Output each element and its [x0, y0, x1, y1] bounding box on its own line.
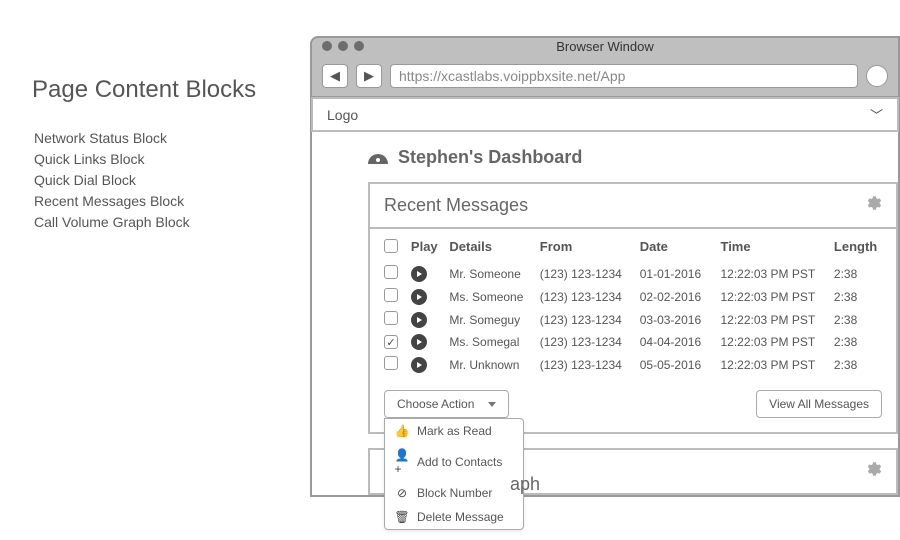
- select-label: Choose Action: [397, 397, 474, 411]
- view-all-messages-button[interactable]: View All Messages: [756, 390, 882, 418]
- cell-details: Mr. Someguy: [449, 313, 539, 327]
- logo-bar[interactable]: Logo ﹀: [311, 97, 899, 132]
- gauge-icon: [368, 150, 388, 166]
- button-label: View All Messages: [769, 397, 869, 411]
- cell-details: Mr. Unknown: [449, 358, 539, 372]
- table-row: Mr. Unknown(123) 123-123405-05-201612:22…: [384, 353, 882, 376]
- cell-length: 2:38: [834, 335, 882, 349]
- cell-from: (123) 123-1234: [540, 358, 640, 372]
- add-contact-icon: 👤+: [395, 448, 409, 476]
- cell-time: 12:22:03 PM PST: [720, 290, 833, 304]
- dropdown-item[interactable]: 👤+ Add to Contacts: [385, 443, 523, 481]
- cell-from: (123) 123-1234: [540, 290, 640, 304]
- dropdown-item[interactable]: 🗑 Delete Message: [385, 505, 523, 529]
- col-details: Details: [449, 239, 539, 256]
- traffic-lights: [322, 41, 364, 51]
- messages-table: Play Details From Date Time Length Mr. S…: [370, 229, 896, 376]
- row-checkbox[interactable]: [384, 265, 398, 279]
- dropdown-item-label: Delete Message: [417, 510, 504, 524]
- cell-from: (123) 123-1234: [540, 267, 640, 281]
- cell-length: 2:38: [834, 313, 882, 327]
- cell-from: (123) 123-1234: [540, 335, 640, 349]
- cell-details: Mr. Someone: [449, 267, 539, 281]
- recent-messages-card: Recent Messages Play Details From Date: [368, 182, 898, 434]
- col-from: From: [540, 239, 640, 256]
- browser-toolbar: ◀ ▶ https://xcastlabs.voippbxsite.net/Ap…: [312, 56, 898, 96]
- cell-time: 12:22:03 PM PST: [720, 335, 833, 349]
- cell-time: 12:22:03 PM PST: [720, 313, 833, 327]
- table-row: Mr. Someguy(123) 123-123403-03-201612:22…: [384, 308, 882, 331]
- dropdown-item[interactable]: ⊘ Block Number: [385, 481, 523, 505]
- gear-icon[interactable]: [864, 194, 882, 217]
- window-titlebar: Browser Window: [312, 38, 898, 56]
- logo-label: Logo: [327, 107, 358, 123]
- thumb-up-icon: 👍: [395, 424, 409, 438]
- dashboard-header: Stephen's Dashboard: [368, 147, 898, 168]
- play-button[interactable]: [411, 357, 427, 373]
- table-row: ✓ Ms. Somegal(123) 123-123404-04-201612:2…: [384, 331, 882, 353]
- forward-button[interactable]: ▶: [356, 64, 382, 88]
- dropdown-item-label: Mark as Read: [417, 424, 492, 438]
- dropdown-item-label: Block Number: [417, 486, 492, 500]
- play-button[interactable]: [411, 289, 427, 305]
- table-header: Play Details From Date Time Length: [384, 239, 882, 262]
- play-button[interactable]: [411, 266, 427, 282]
- dropdown-item[interactable]: 👍 Mark as Read: [385, 419, 523, 443]
- list-item: Network Status Block: [34, 128, 190, 149]
- minimize-dot[interactable]: [338, 41, 348, 51]
- back-button[interactable]: ◀: [322, 64, 348, 88]
- col-time: Time: [720, 239, 833, 256]
- cell-time: 12:22:03 PM PST: [720, 358, 833, 372]
- trash-icon: 🗑: [395, 510, 409, 524]
- card-title-fragment: aph: [510, 474, 540, 495]
- cell-date: 03-03-2016: [640, 313, 721, 327]
- row-checkbox[interactable]: [384, 288, 398, 302]
- col-date: Date: [640, 239, 721, 256]
- block-list: Network Status BlockQuick Links BlockQui…: [34, 128, 190, 233]
- cell-length: 2:38: [834, 290, 882, 304]
- card-title: Recent Messages: [384, 195, 528, 216]
- select-all-checkbox[interactable]: [384, 239, 398, 253]
- action-dropdown: 👍 Mark as Read 👤+ Add to Contacts ⊘ Block Num…: [384, 418, 524, 530]
- cell-details: Ms. Somegal: [449, 335, 539, 349]
- cell-date: 01-01-2016: [640, 267, 721, 281]
- col-play: Play: [411, 239, 449, 256]
- cell-from: (123) 123-1234: [540, 313, 640, 327]
- cell-length: 2:38: [834, 358, 882, 372]
- dashboard-title: Stephen's Dashboard: [398, 147, 582, 168]
- page-title: Page Content Blocks: [32, 76, 256, 104]
- list-item: Quick Links Block: [34, 149, 190, 170]
- list-item: Recent Messages Block: [34, 191, 190, 212]
- row-checkbox[interactable]: [384, 356, 398, 370]
- caret-down-icon: [488, 402, 496, 407]
- gear-icon[interactable]: [864, 460, 882, 483]
- list-item: Quick Dial Block: [34, 170, 190, 191]
- browser-window: Browser Window ◀ ▶ https://xcastlabs.voi…: [310, 36, 900, 497]
- cell-details: Ms. Someone: [449, 290, 539, 304]
- chevron-down-icon: ﹀: [870, 105, 883, 124]
- row-checkbox[interactable]: [384, 311, 398, 325]
- cell-date: 02-02-2016: [640, 290, 721, 304]
- reload-button[interactable]: [866, 65, 888, 87]
- cell-length: 2:38: [834, 267, 882, 281]
- choose-action-select[interactable]: Choose Action: [384, 390, 509, 418]
- window-title: Browser Window: [312, 38, 898, 56]
- play-button[interactable]: [411, 334, 427, 350]
- zoom-dot[interactable]: [354, 41, 364, 51]
- block-icon: ⊘: [395, 486, 409, 500]
- row-checkbox[interactable]: ✓: [384, 335, 398, 349]
- list-item: Call Volume Graph Block: [34, 212, 190, 233]
- dropdown-item-label: Add to Contacts: [417, 455, 502, 469]
- table-row: Ms. Someone(123) 123-123402-02-201612:22…: [384, 285, 882, 308]
- cell-time: 12:22:03 PM PST: [720, 267, 833, 281]
- cell-date: 05-05-2016: [640, 358, 721, 372]
- table-row: Mr. Someone(123) 123-123401-01-201612:22…: [384, 262, 882, 285]
- play-button[interactable]: [411, 312, 427, 328]
- cell-date: 04-04-2016: [640, 335, 721, 349]
- url-bar[interactable]: https://xcastlabs.voippbxsite.net/App: [390, 64, 858, 88]
- close-dot[interactable]: [322, 41, 332, 51]
- col-length: Length: [834, 239, 882, 256]
